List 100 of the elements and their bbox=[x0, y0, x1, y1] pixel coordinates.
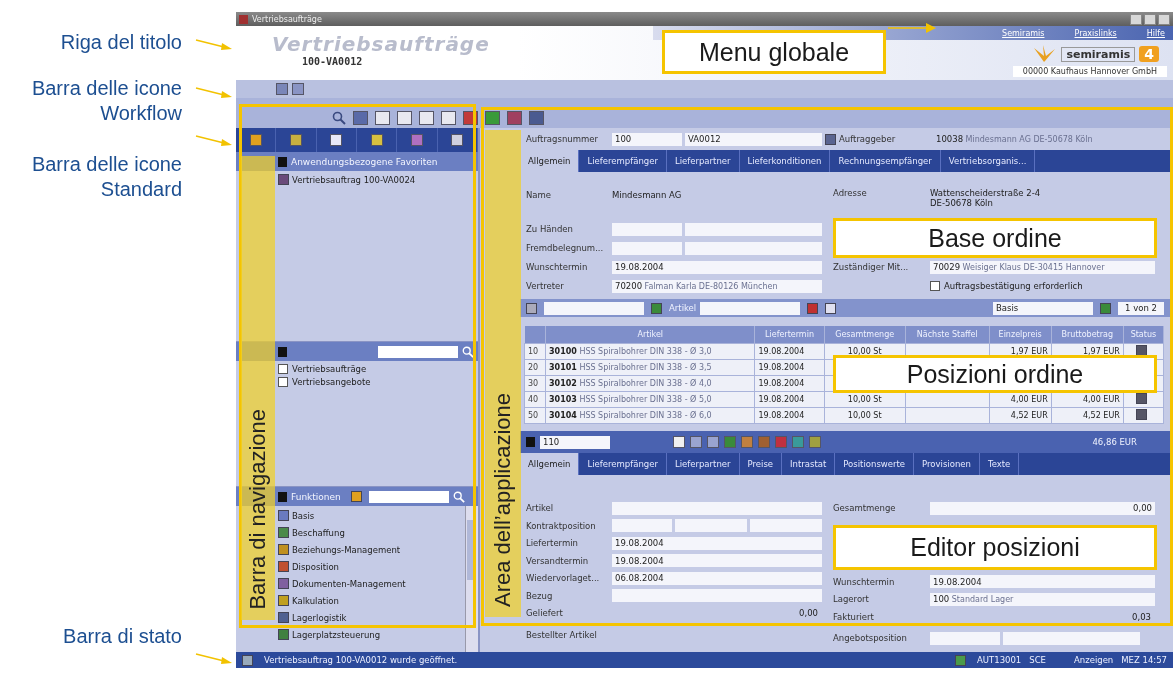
menu-item[interactable]: Praxislinks bbox=[1074, 28, 1117, 38]
module-item[interactable]: Lagerlogistik bbox=[292, 612, 347, 623]
field-label: Auftraggeber bbox=[839, 134, 897, 144]
app-icon bbox=[239, 14, 248, 24]
input-field[interactable] bbox=[612, 519, 672, 532]
module-item[interactable]: Disposition bbox=[292, 561, 339, 572]
tab[interactable]: Lieferpartner bbox=[666, 453, 740, 475]
toolbar-icon[interactable] bbox=[651, 302, 662, 314]
module-item[interactable]: Beziehungs-Management bbox=[292, 544, 401, 555]
callout-label: Menu globale bbox=[662, 30, 886, 74]
input-field[interactable]: 70029 Weisiger Klaus DE-30415 Hannover bbox=[930, 260, 1155, 274]
callout-label: Base ordine bbox=[833, 218, 1157, 258]
table-cell: 1,97 EUR bbox=[1010, 347, 1048, 356]
checkbox[interactable] bbox=[278, 377, 288, 387]
toolbar-icon[interactable] bbox=[419, 111, 434, 125]
region-label: Area dell’applicazione bbox=[485, 130, 521, 617]
search-field[interactable] bbox=[544, 301, 644, 315]
menu-item[interactable]: Semiramis bbox=[1002, 28, 1045, 38]
tab[interactable]: Provisionen bbox=[914, 453, 980, 475]
input-field[interactable]: 06.08.2004 bbox=[612, 571, 822, 585]
search-icon[interactable] bbox=[453, 490, 465, 503]
tab[interactable]: Lieferpartner bbox=[666, 150, 740, 172]
position-amount: 46,86 EUR bbox=[1092, 437, 1138, 447]
checkbox[interactable] bbox=[278, 364, 288, 374]
table-cell: 30100 HSS Spiralbohrer DIN 338 - Ø 3,0 bbox=[545, 343, 755, 360]
menu-item[interactable]: Hilfe bbox=[1146, 28, 1165, 38]
view-dropdown[interactable]: Basis bbox=[993, 301, 1093, 315]
field-label: Geliefert bbox=[526, 608, 564, 618]
tab[interactable]: Allgemein bbox=[520, 150, 580, 172]
input-field[interactable] bbox=[675, 519, 747, 532]
module-item[interactable]: Lagerplatzsteuerung bbox=[292, 629, 381, 640]
tab[interactable]: Lieferempfänger bbox=[579, 150, 667, 172]
field-label: Bestellter Artikel bbox=[526, 629, 598, 640]
field-value: 0,00 bbox=[799, 608, 818, 618]
input-field[interactable] bbox=[685, 241, 822, 255]
search-field[interactable] bbox=[700, 301, 801, 315]
tab[interactable]: Lieferempfänger bbox=[579, 453, 667, 475]
table-cell: 4,52 EUR bbox=[1010, 411, 1048, 420]
logo-text: semiramis bbox=[1061, 46, 1136, 62]
annotation-label: Riga del titolo bbox=[59, 30, 182, 55]
toolbar-icon[interactable] bbox=[397, 111, 412, 125]
input-field[interactable] bbox=[612, 501, 822, 515]
toolbar-icon[interactable] bbox=[1100, 302, 1111, 314]
position-field[interactable]: 110 bbox=[540, 435, 610, 449]
toolbar-icon[interactable] bbox=[707, 436, 719, 448]
module-item[interactable]: Beschaffung bbox=[292, 527, 345, 538]
input-field[interactable]: 19.08.2004 bbox=[612, 260, 822, 274]
order-code-field[interactable]: VA0012 bbox=[685, 132, 822, 146]
toolbar-icon[interactable] bbox=[526, 302, 537, 314]
company-name: 00000 Kaufhaus Hannover GmbH bbox=[1012, 66, 1167, 77]
input-field[interactable]: 19.08.2004 bbox=[612, 536, 822, 550]
input-field[interactable]: 70200 Falman Karla DE-80126 München bbox=[612, 279, 822, 293]
module-item[interactable]: Basis bbox=[292, 510, 315, 521]
field-label: Versandtermin bbox=[526, 555, 590, 566]
input-field[interactable] bbox=[612, 222, 682, 236]
input-field[interactable] bbox=[1003, 631, 1140, 645]
search-field[interactable] bbox=[378, 345, 458, 358]
input-field[interactable]: 0,00 bbox=[930, 501, 1155, 515]
toolbar-icon[interactable] bbox=[673, 436, 685, 448]
tab[interactable]: Allgemein bbox=[520, 453, 580, 475]
module-item[interactable]: Kalkulation bbox=[292, 595, 339, 606]
window-title: Vertriebsaufträge bbox=[252, 14, 322, 24]
input-field[interactable]: 19.08.2004 bbox=[930, 575, 1155, 588]
tab[interactable]: Vertriebsorganis... bbox=[940, 150, 1036, 172]
status-client: SCE bbox=[1029, 655, 1046, 665]
tab[interactable]: Lieferkonditionen bbox=[739, 150, 831, 172]
module-item[interactable]: Dokumenten-Management bbox=[292, 578, 406, 589]
field-label: Lagerort bbox=[833, 594, 870, 604]
toolbar-icon[interactable] bbox=[825, 302, 837, 314]
search-icon[interactable] bbox=[332, 111, 346, 125]
document-number: 100-VA0012 bbox=[301, 56, 364, 67]
input-field[interactable]: 19.08.2004 bbox=[612, 554, 822, 567]
input-field[interactable]: 100 Standard Lager bbox=[930, 592, 1155, 606]
checkbox[interactable] bbox=[930, 281, 940, 291]
tab[interactable]: Intrastat bbox=[782, 453, 836, 475]
tab[interactable]: Preise bbox=[739, 453, 783, 475]
input-field[interactable] bbox=[750, 519, 822, 532]
field-label: Vertreter bbox=[526, 281, 565, 291]
order-number-field[interactable]: 100 bbox=[612, 132, 682, 146]
input-field[interactable] bbox=[930, 631, 1000, 645]
field-label: Zuständiger Mit... bbox=[833, 262, 910, 272]
list-item[interactable]: Vertriebsangebote bbox=[292, 377, 371, 387]
toolbar-icon[interactable] bbox=[441, 111, 456, 125]
client-name: Mindesmann AG DE-50678 Köln bbox=[964, 134, 1093, 144]
input-field[interactable] bbox=[612, 241, 682, 255]
field-label: Adresse bbox=[833, 188, 868, 198]
toolbar-icon[interactable] bbox=[375, 111, 390, 125]
input-field[interactable] bbox=[612, 589, 822, 602]
toolbar-icon[interactable] bbox=[690, 436, 702, 448]
tab[interactable]: Rechnungsempfänger bbox=[830, 150, 941, 172]
toolbar-icon[interactable] bbox=[807, 302, 819, 314]
module-icon bbox=[278, 595, 289, 606]
annotation-label: Barra di stato bbox=[62, 624, 182, 649]
field-label: Name bbox=[526, 190, 553, 200]
tab[interactable]: Texte bbox=[979, 453, 1020, 475]
input-field[interactable] bbox=[685, 222, 822, 236]
tab[interactable]: Positionswerte bbox=[835, 453, 915, 475]
search-icon[interactable] bbox=[462, 345, 474, 358]
search-field[interactable] bbox=[369, 490, 449, 503]
list-item[interactable]: Vertriebsaufträge bbox=[292, 364, 367, 374]
